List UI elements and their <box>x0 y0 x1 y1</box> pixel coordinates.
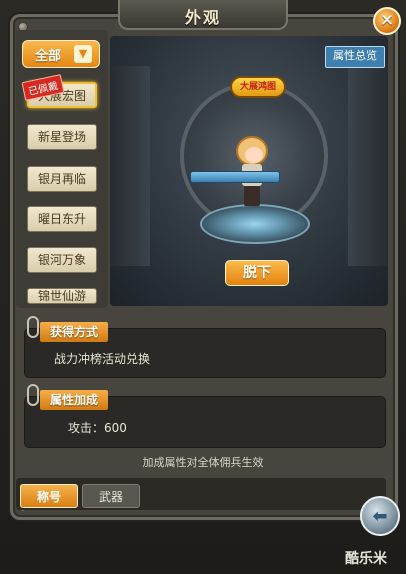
attribute-note: 加成属性对全体佣兵生效 <box>142 456 264 469</box>
paperclip-icon <box>27 384 39 406</box>
attribute-value: 攻击：600 <box>68 421 127 435</box>
vault-door-left <box>110 66 150 266</box>
skin-item[interactable]: 银月再临 <box>27 166 97 192</box>
obtain-label: 获得方式 <box>40 322 109 342</box>
filter-dropdown[interactable]: 全部 ▼ <box>22 40 100 68</box>
vault-door-right <box>348 66 388 266</box>
tab-title[interactable]: 称号 <box>20 484 78 508</box>
close-button[interactable]: ✕ <box>373 7 401 35</box>
paperclip-icon <box>27 316 39 338</box>
chevron-down-icon: ▼ <box>74 45 92 63</box>
filter-label: 全部 <box>35 48 62 64</box>
pedestal <box>200 204 310 244</box>
back-arrow-icon: ⬅ <box>372 505 388 527</box>
obtain-text: 战力冲榜活动兑换 <box>54 352 151 366</box>
title-badge: 大展鸿图 <box>230 76 286 98</box>
window-title: 外观 <box>184 8 221 27</box>
skin-item[interactable]: 锦世仙游 <box>27 288 97 304</box>
unequip-button[interactable]: 脱下 <box>225 260 289 286</box>
close-icon: ✕ <box>379 11 395 31</box>
skin-item[interactable]: 曜日东升 <box>27 206 97 232</box>
attribute-label: 属性加成 <box>40 390 109 410</box>
rifle-icon <box>190 171 280 183</box>
attribute-summary-button[interactable]: 属性总览 <box>325 46 385 68</box>
skin-item[interactable]: 银河万象 <box>27 247 97 273</box>
tab-weapon[interactable]: 武器 <box>82 484 140 508</box>
watermark: 酷乐米 <box>345 551 387 567</box>
skin-item[interactable]: 新星登场 <box>27 124 97 150</box>
back-button[interactable]: ⬅ <box>360 496 400 536</box>
